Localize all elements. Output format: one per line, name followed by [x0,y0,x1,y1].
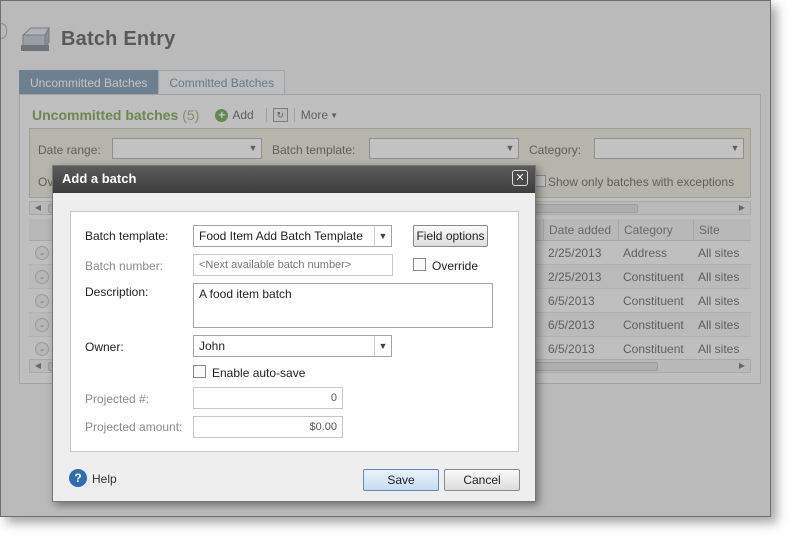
override-label: Override [432,259,479,273]
override-checkbox[interactable] [413,258,426,271]
add-batch-dialog: Add a batch ✕ Batch template: Food Item … [52,165,536,502]
owner-value: John [199,339,226,353]
batch-number-label: Batch number: [85,259,164,273]
auto-save-checkbox[interactable] [193,365,206,378]
dialog-titlebar: Add a batch ✕ [53,166,535,193]
description-textarea[interactable]: A food item batch [193,283,493,328]
batch-number-input[interactable]: <Next available batch number> [193,254,393,276]
chevron-down-icon: ▼ [374,226,391,246]
help-link[interactable]: Help [92,472,117,486]
batch-entry-window: Batch Entry Uncommitted Batches Committe… [0,0,771,517]
auto-save-label: Enable auto-save [212,366,306,380]
owner-label: Owner: [85,340,124,354]
field-options-button[interactable]: Field options [413,225,488,247]
projected-count-input[interactable]: 0 [193,387,343,409]
projected-amount-label: Projected amount: [85,420,183,434]
description-label: Description: [85,285,149,299]
batch-template-label: Batch template: [85,229,169,243]
projected-count-label: Projected #: [85,392,150,406]
batch-form: Batch template: Food Item Add Batch Temp… [70,211,519,452]
batch-template-select[interactable]: Food Item Add Batch Template ▼ [193,225,392,247]
close-icon[interactable]: ✕ [512,170,528,186]
chevron-down-icon: ▼ [374,336,391,356]
save-button[interactable]: Save [363,469,439,491]
dialog-title: Add a batch [62,171,137,186]
batch-template-value: Food Item Add Batch Template [199,229,363,243]
cancel-button[interactable]: Cancel [444,469,520,491]
help-icon[interactable]: ? [69,469,87,487]
owner-select[interactable]: John ▼ [193,335,392,357]
projected-amount-input[interactable]: $0.00 [193,416,343,438]
